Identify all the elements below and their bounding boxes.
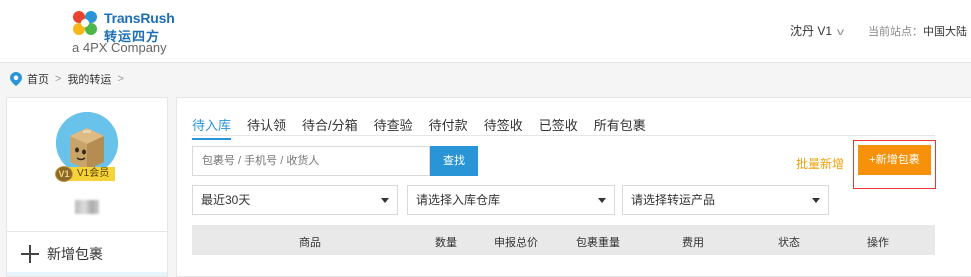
product-select[interactable]: 请选择转运产品 xyxy=(622,185,829,215)
blurred-username xyxy=(75,200,99,214)
column-header-goods: 商品 xyxy=(299,237,321,249)
chevron-down-icon: v xyxy=(837,27,845,38)
tab-pending-inbound[interactable]: 待入库 xyxy=(192,115,232,140)
sidebar-divider xyxy=(7,231,167,232)
batch-add-link[interactable]: 批量新增 xyxy=(796,155,844,172)
caret-down-icon xyxy=(381,198,389,203)
tabs-underline xyxy=(192,135,935,136)
column-header-status: 状态 xyxy=(778,237,800,249)
avatar[interactable] xyxy=(56,112,118,174)
breadcrumb-separator-icon: > xyxy=(117,73,124,85)
sidebar: V1 V1会员 新增包裹 xyxy=(6,97,168,277)
user-menu[interactable]: 沈丹 V1 v xyxy=(790,22,845,39)
plus-icon xyxy=(21,245,39,263)
sidebar-next-item-highlight xyxy=(7,272,167,276)
location-pin-icon xyxy=(10,72,22,86)
warehouse-value: 请选择入库仓库 xyxy=(416,193,501,207)
site-indicator: 当前站点：中国大陆 xyxy=(868,23,967,39)
user-name: 沈丹 V1 xyxy=(790,24,833,38)
column-header-declared-total: 申报总价 xyxy=(494,237,538,249)
member-badge-icon: V1 xyxy=(55,166,73,182)
main-panel: 待入库 待认领 待合/分箱 待查验 待付款 待签收 已签收 所有包裹 查找 批量… xyxy=(176,97,971,277)
logo-mark-icon xyxy=(73,11,97,35)
logo-subtitle: a 4PX Company xyxy=(72,40,167,55)
column-header-weight: 包裹重量 xyxy=(576,237,620,249)
member-level-badge: V1 V1会员 xyxy=(55,166,116,182)
transrush-logo[interactable]: TransRush 转运四方 a 4PX Company xyxy=(68,6,178,56)
package-table-header: 商品 数量 申报总价 包裹重量 费用 状态 操作 xyxy=(192,225,935,255)
column-header-fee: 费用 xyxy=(682,237,704,249)
logo-brand-text: TransRush xyxy=(104,10,175,26)
sidebar-add-package-button[interactable]: 新增包裹 xyxy=(21,244,103,264)
new-package-button[interactable]: +新增包裹 xyxy=(858,145,931,175)
column-header-actions: 操作 xyxy=(867,237,889,249)
tab-pending-receipt[interactable]: 待签收 xyxy=(484,115,523,140)
member-level-label: V1会员 xyxy=(67,167,116,181)
column-header-quantity: 数量 xyxy=(435,237,457,249)
box-mascot-icon xyxy=(56,112,118,174)
tab-pending-payment[interactable]: 待付款 xyxy=(429,115,468,140)
breadcrumb-separator-icon: > xyxy=(55,73,62,85)
search-button[interactable]: 查找 xyxy=(430,146,478,176)
breadcrumb: 首页 > 我的转运 > xyxy=(10,71,130,87)
breadcrumb-home[interactable]: 首页 xyxy=(27,71,49,87)
site-value[interactable]: 中国大陆 xyxy=(923,26,967,38)
caret-down-icon xyxy=(812,198,820,203)
site-label: 当前站点： xyxy=(868,26,923,38)
caret-down-icon xyxy=(598,198,606,203)
tab-received[interactable]: 已签收 xyxy=(539,115,578,140)
tab-pending-merge-split[interactable]: 待合/分箱 xyxy=(302,115,358,140)
product-value: 请选择转运产品 xyxy=(631,193,716,207)
date-range-select[interactable]: 最近30天 xyxy=(192,185,398,215)
tab-pending-claim[interactable]: 待认领 xyxy=(247,115,286,140)
top-header: TransRush 转运四方 a 4PX Company 沈丹 V1 v 当前站点… xyxy=(0,0,971,63)
tab-pending-inspection[interactable]: 待查验 xyxy=(374,115,413,140)
status-tabs: 待入库 待认领 待合/分箱 待查验 待付款 待签收 已签收 所有包裹 xyxy=(192,115,662,140)
date-range-value: 最近30天 xyxy=(201,193,251,207)
tab-all-packages[interactable]: 所有包裹 xyxy=(594,115,646,140)
breadcrumb-current: 我的转运 xyxy=(67,74,112,86)
search-input[interactable] xyxy=(192,146,430,176)
sidebar-add-package-label: 新增包裹 xyxy=(47,246,103,262)
warehouse-select[interactable]: 请选择入库仓库 xyxy=(407,185,615,215)
